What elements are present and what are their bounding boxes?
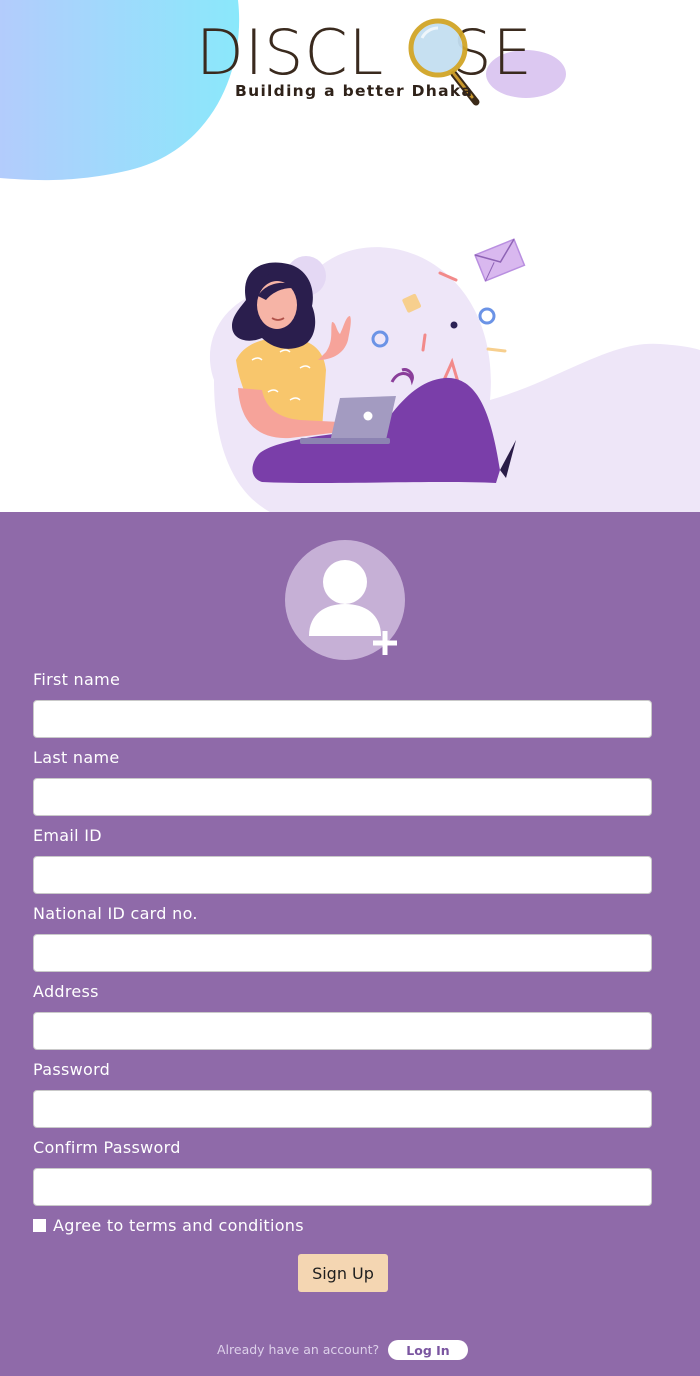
email-input[interactable]: [33, 856, 652, 894]
signup-form: First name Last name Email ID National I…: [0, 512, 700, 1376]
national-id-input[interactable]: [33, 934, 652, 972]
terms-row: Agree to terms and conditions: [33, 1214, 304, 1236]
first-name-label: First name: [33, 670, 121, 689]
login-prompt-row: Already have an account? Log In: [0, 1340, 700, 1360]
login-button[interactable]: Log In: [388, 1340, 468, 1360]
email-label: Email ID: [33, 826, 102, 845]
brand-tagline: Building a better Dhaka: [235, 82, 474, 100]
password-label: Password: [33, 1060, 111, 1079]
plus-icon[interactable]: [372, 630, 398, 656]
address-label: Address: [33, 982, 99, 1001]
password-input[interactable]: [33, 1090, 652, 1128]
national-id-label: National ID card no.: [33, 904, 198, 923]
already-account-text: Already have an account?: [217, 1342, 380, 1357]
brand-logo: DISCL SE Building a better Dhaka: [196, 14, 576, 114]
hero-section: DISCL SE Building a better Dhaka: [0, 0, 700, 512]
signup-button[interactable]: Sign Up: [298, 1254, 388, 1292]
address-input[interactable]: [33, 1012, 652, 1050]
last-name-input[interactable]: [33, 778, 652, 816]
confirm-password-input[interactable]: [33, 1168, 652, 1206]
first-name-input[interactable]: [33, 700, 652, 738]
woman-with-laptop-illustration: [209, 238, 700, 512]
last-name-label: Last name: [33, 748, 120, 767]
confirm-password-label: Confirm Password: [33, 1138, 181, 1157]
terms-checkbox[interactable]: [33, 1218, 46, 1232]
terms-label: Agree to terms and conditions: [53, 1215, 304, 1235]
